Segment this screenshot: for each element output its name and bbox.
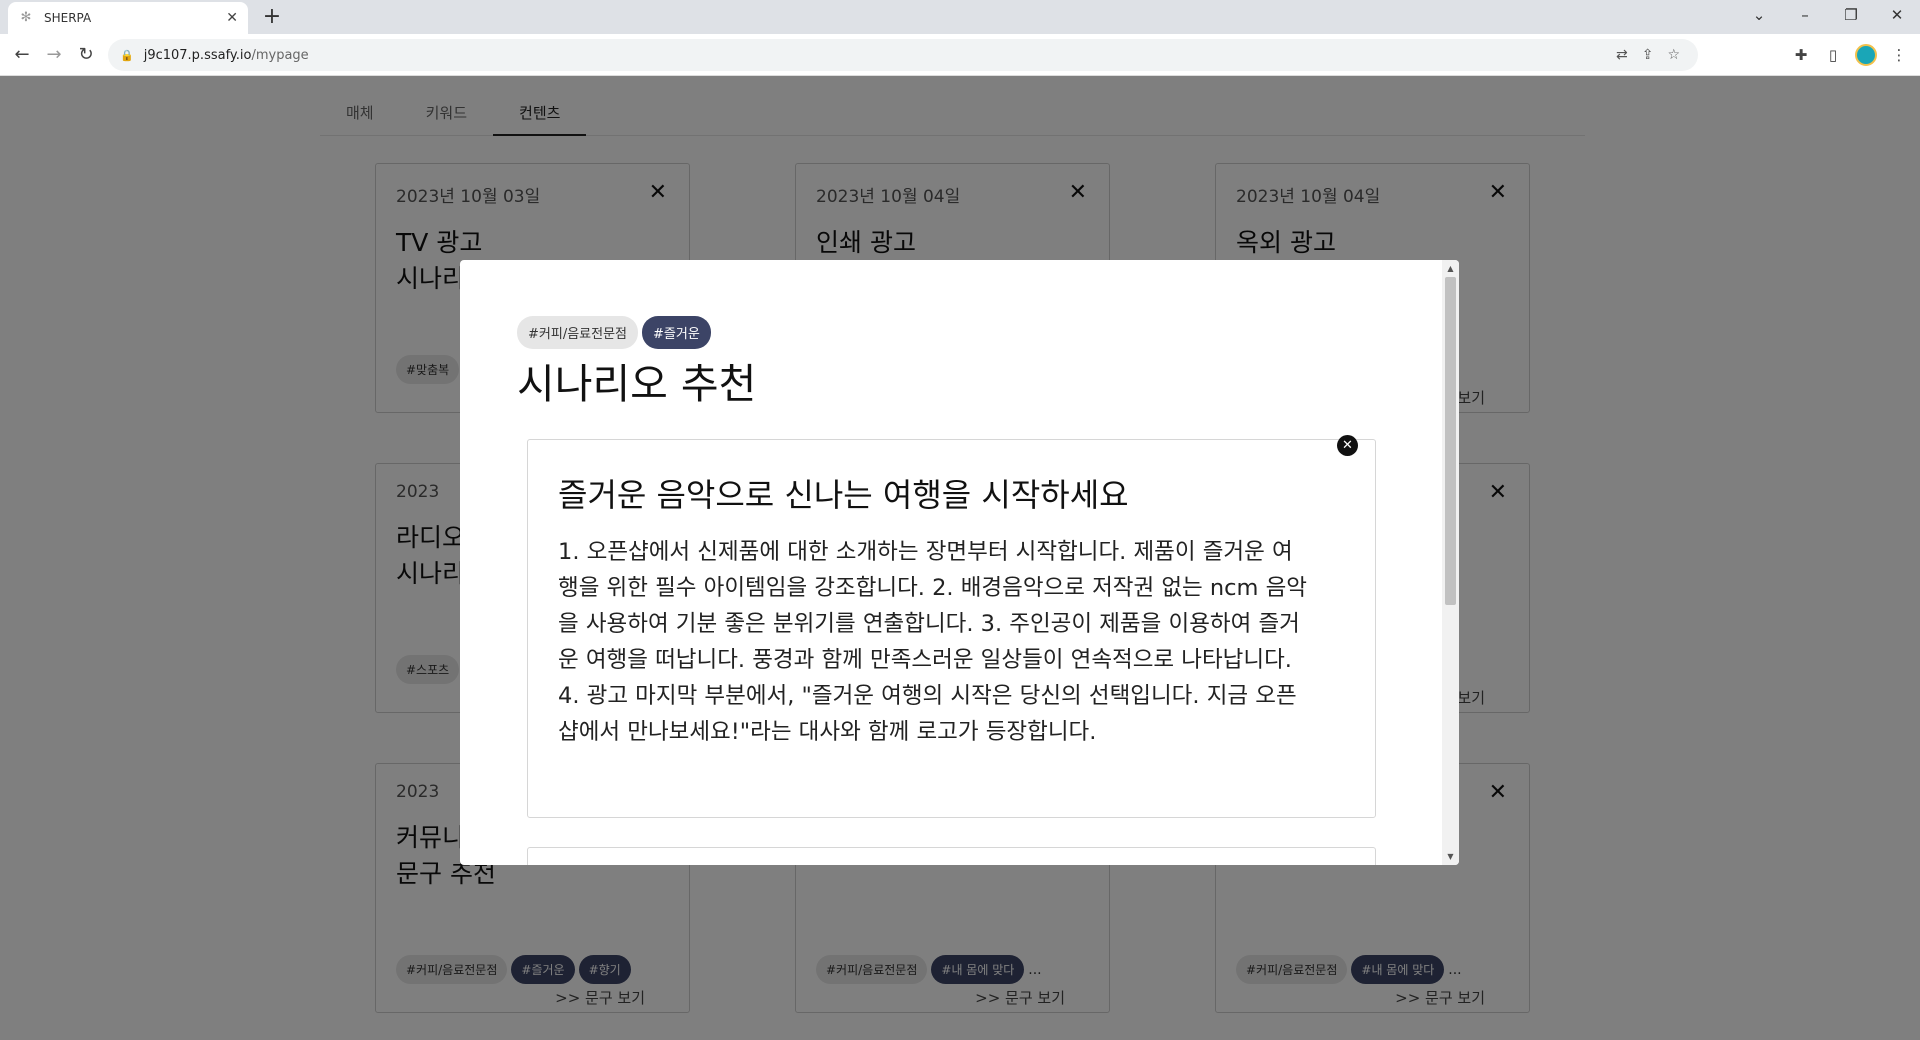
url-host: j9c107.p.ssafy.io bbox=[143, 47, 252, 63]
remove-scenario-icon[interactable]: ✕ bbox=[1337, 435, 1358, 456]
lock-icon: 🔒 bbox=[120, 48, 134, 62]
share-icon[interactable]: ⇪ bbox=[1642, 47, 1654, 63]
address-bar-row: ← → ↻ 🔒 j9c107.p.ssafy.io/mypage ⇄ ⇪ ☆ ✚… bbox=[0, 34, 1920, 76]
scroll-down-arrow-icon[interactable]: ▼ bbox=[1442, 848, 1459, 865]
minimize-button[interactable]: – bbox=[1782, 0, 1828, 34]
menu-kebab-icon[interactable]: ⋮ bbox=[1886, 42, 1912, 68]
scenario-body: 1. 오픈샵에서 신제품에 대한 소개하는 장면부터 시작합니다. 제품이 즐거… bbox=[558, 539, 1307, 745]
favicon-icon: ✻ bbox=[20, 10, 32, 25]
scenario-title: 즐거운 음악으로 신나는 여행을 시작하세요 bbox=[558, 476, 1129, 514]
url-input[interactable]: 🔒 j9c107.p.ssafy.io/mypage ⇄ ⇪ ☆ bbox=[108, 39, 1698, 71]
translate-icon[interactable]: ⇄ bbox=[1616, 47, 1628, 63]
new-tab-button[interactable]: + bbox=[258, 3, 286, 31]
browser-tab-title: SHERPA bbox=[44, 11, 92, 25]
scenario-card-next bbox=[527, 847, 1376, 865]
close-tab-icon[interactable]: ✕ bbox=[226, 10, 238, 26]
profile-avatar[interactable] bbox=[1855, 44, 1877, 66]
browser-tab-strip: ✻ SHERPA ✕ + ⌄ – ❐ ✕ bbox=[0, 0, 1920, 34]
scenario-card: 즐거운 음악으로 신나는 여행을 시작하세요 1. 오픈샵에서 신제품에 대한 … bbox=[527, 439, 1376, 818]
url-path: /mypage bbox=[251, 47, 309, 63]
close-window-button[interactable]: ✕ bbox=[1874, 0, 1920, 34]
bookmark-star-icon[interactable]: ☆ bbox=[1667, 47, 1680, 63]
modal-tag-list: #커피/음료전문점 #즐거운 bbox=[517, 316, 711, 349]
back-icon[interactable]: ← bbox=[8, 41, 36, 69]
reload-icon[interactable]: ↻ bbox=[72, 41, 100, 69]
side-panel-icon[interactable]: ▯ bbox=[1820, 42, 1846, 68]
scroll-thumb[interactable] bbox=[1445, 277, 1456, 605]
scenario-modal: #커피/음료전문점 #즐거운 시나리오 추천 즐거운 음악으로 신나는 여행을 … bbox=[460, 260, 1459, 865]
mypage: 매체 키워드 컨텐츠 2023년 10월 03일✕TV 광고 시나리#맞춤복20… bbox=[0, 76, 1920, 1040]
modal-title: 시나리오 추천 bbox=[517, 360, 757, 408]
extensions-icon[interactable]: ✚ bbox=[1788, 42, 1814, 68]
modal-tag: #즐거운 bbox=[642, 316, 711, 349]
browser-tab[interactable]: ✻ SHERPA ✕ bbox=[8, 2, 248, 34]
tab-search-icon[interactable]: ⌄ bbox=[1736, 0, 1782, 34]
modal-tag: #커피/음료전문점 bbox=[517, 316, 638, 349]
scroll-up-arrow-icon[interactable]: ▲ bbox=[1442, 260, 1459, 277]
restore-button[interactable]: ❐ bbox=[1828, 0, 1874, 34]
modal-scrollbar[interactable]: ▲ ▼ bbox=[1442, 260, 1459, 865]
forward-icon[interactable]: → bbox=[40, 41, 68, 69]
